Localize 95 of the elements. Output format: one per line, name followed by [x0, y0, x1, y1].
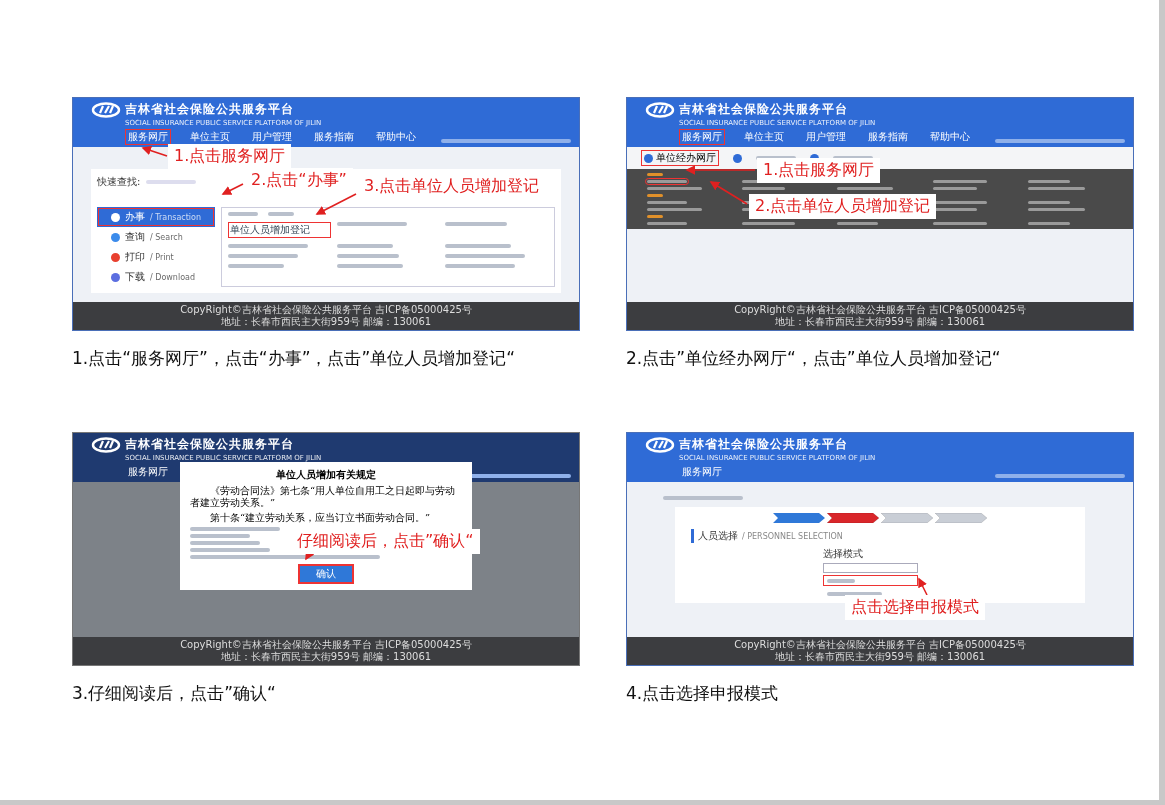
blurred-text: [647, 187, 702, 190]
blurred-text: [647, 215, 663, 218]
blurred-text: [1027, 201, 1070, 204]
blurred-text: [837, 187, 894, 190]
blurred-text: [742, 222, 796, 225]
instruction-tooltip: 1.点击服务网厅: [757, 158, 881, 183]
footer-text: 地址：长春市西民主大街959号 邮编：130061: [220, 651, 433, 663]
confirm-button[interactable]: 确认: [298, 564, 354, 584]
blurred-text: [190, 541, 260, 545]
nav-link[interactable]: 用户管理: [249, 129, 295, 145]
pointer-arrow: [709, 181, 748, 205]
service-link[interactable]: 单位人员增加登记: [228, 222, 331, 238]
category-tab[interactable]: 打印 / Print: [97, 247, 215, 267]
blurred-text: [445, 264, 516, 268]
dropdown-option[interactable]: [822, 575, 918, 586]
blurred-text: [1027, 187, 1085, 190]
dialog-title: 单位人员增加有关规定: [275, 468, 377, 482]
blurred-text: [228, 254, 298, 258]
nav-link[interactable]: 帮助中心: [927, 129, 973, 145]
nav-link[interactable]: 单位主页: [187, 129, 233, 145]
logo-icon: [645, 102, 675, 118]
dialog-paragraph: 《劳动合同法》第七条“用人单位自用工之日起即与劳动者建立劳动关系。”: [190, 485, 457, 509]
search-field[interactable]: [146, 180, 197, 184]
logo-icon: [645, 437, 675, 453]
blurred-text: [932, 187, 977, 190]
blurred-text: [445, 222, 508, 226]
circle-icon: [733, 153, 742, 163]
nav-link[interactable]: 服务网厅: [679, 129, 725, 145]
pointer-arrow: [315, 193, 357, 215]
blurred-text: [647, 173, 663, 176]
figure-caption: 3.仔细阅读后，点击”确认“: [72, 682, 277, 705]
figure-caption: 2.点击”单位经办网厅“，点击”单位人员增加登记“: [626, 347, 1002, 370]
nav-link[interactable]: 服务指南: [865, 129, 911, 145]
instruction-tooltip: 点击选择申报模式: [845, 595, 985, 620]
blurred-text: [1027, 208, 1085, 211]
blurred-text: [647, 222, 687, 225]
nav-link[interactable]: 服务网厅: [125, 129, 171, 145]
blurred-text: [932, 222, 987, 225]
figure-caption: 4.点击选择申报模式: [626, 682, 780, 705]
instruction-tooltip: 1.点击服务网厅: [168, 144, 292, 169]
blurred-text: [932, 180, 987, 183]
footer-text: 地址：长春市西民主大街959号 邮编：130061: [774, 651, 987, 663]
blurred-text: [837, 222, 879, 225]
user-menu[interactable]: [441, 139, 571, 143]
user-menu[interactable]: [995, 474, 1125, 478]
blurred-text: [336, 244, 393, 248]
logo-icon: [91, 437, 121, 453]
blurred-text: [190, 534, 250, 538]
footer-text: CopyRight©吉林省社会保险公共服务平台 吉ICP备05000425号: [733, 639, 1027, 651]
field-label: 选择模式: [822, 547, 864, 561]
blurred-text: [228, 264, 284, 268]
site-title: 吉林省社会保险公共服务平台: [679, 436, 848, 453]
section-subtitle: / PERSONNEL SELECTION: [742, 531, 843, 541]
blurred-text: [268, 212, 294, 216]
blurred-text: [336, 264, 403, 268]
blurred-text: [1027, 180, 1070, 183]
user-menu[interactable]: [995, 139, 1125, 143]
footer-text: CopyRight©吉林省社会保险公共服务平台 吉ICP备05000425号: [179, 639, 473, 651]
nav-link[interactable]: 服务网厅: [679, 464, 725, 480]
blurred-text: [228, 212, 258, 216]
blurred-text: [336, 254, 399, 258]
footer-text: CopyRight©吉林省社会保险公共服务平台 吉ICP备05000425号: [179, 304, 473, 316]
category-tab[interactable]: 办事 / Transaction: [97, 207, 215, 227]
nav-link[interactable]: 用户管理: [803, 129, 849, 145]
nav-link[interactable]: 服务网厅: [125, 464, 171, 480]
pointer-arrow: [221, 183, 244, 195]
select-field[interactable]: [822, 563, 918, 573]
pointer-arrow: [685, 165, 756, 175]
site-title: 吉林省社会保险公共服务平台: [125, 436, 294, 453]
instruction-tooltip: 2.点击单位人员增加登记: [749, 194, 937, 219]
site-title: 吉林省社会保险公共服务平台: [679, 101, 848, 118]
blurred-text: [647, 201, 687, 204]
nav-link[interactable]: 帮助中心: [373, 129, 419, 145]
footer-text: CopyRight©吉林省社会保险公共服务平台 吉ICP备05000425号: [733, 304, 1027, 316]
blurred-text: [445, 244, 512, 248]
quick-search-label: 快速查找:: [97, 175, 141, 189]
blurred-text: [336, 222, 407, 226]
pointer-arrow: [141, 146, 168, 157]
section-title: 人员选择: [698, 529, 738, 543]
blurred-text: [1027, 222, 1070, 225]
nav-link[interactable]: 服务指南: [311, 129, 357, 145]
blurred-text: [647, 208, 702, 211]
category-tab[interactable]: 查询 / Search: [97, 227, 215, 247]
footer-text: 地址：长春市西民主大街959号 邮编：130061: [220, 316, 433, 328]
blurred-text: [742, 187, 786, 190]
dialog-paragraph: 第十条“建立劳动关系，应当订立书面劳动合同。”: [209, 512, 432, 524]
nav-link[interactable]: 单位主页: [741, 129, 787, 145]
pointer-arrow: [918, 577, 928, 596]
site-title: 吉林省社会保险公共服务平台: [125, 101, 294, 118]
category-tab[interactable]: 下载 / Download: [97, 267, 215, 287]
logo-icon: [91, 102, 121, 118]
blurred-text: [647, 194, 663, 197]
figure-caption: 1.点击“服务网厅”，点击“办事”，点击”单位人员增加登记“: [72, 347, 517, 370]
footer-text: 地址：长春市西民主大街959号 邮编：130061: [774, 316, 987, 328]
hall-tab[interactable]: 单位经办网厅: [641, 150, 719, 166]
